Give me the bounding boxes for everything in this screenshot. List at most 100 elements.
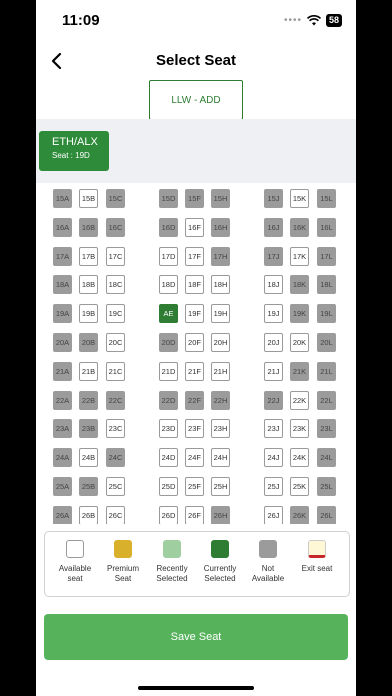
seat-25j[interactable]: 25J xyxy=(264,477,283,496)
seat-20a[interactable]: 20A xyxy=(53,333,72,352)
seat-19f[interactable]: 19F xyxy=(185,304,204,324)
seat-23h[interactable]: 23H xyxy=(211,419,230,439)
seat-26l[interactable]: 26L xyxy=(317,505,336,524)
seat-ae[interactable]: AE xyxy=(159,304,178,324)
seat-22a[interactable]: 22A xyxy=(53,390,72,410)
seat-24f[interactable]: 24F xyxy=(185,448,204,468)
seat-20b[interactable]: 20B xyxy=(79,333,98,352)
seat-24h[interactable]: 24H xyxy=(211,448,230,468)
seat-18k[interactable]: 18K xyxy=(290,275,309,295)
seat-19k[interactable]: 19K xyxy=(290,304,309,324)
seat-23j[interactable]: 23J xyxy=(264,419,283,439)
seat-20c[interactable]: 20C xyxy=(106,333,125,352)
seat-24c[interactable]: 24C xyxy=(106,448,125,468)
seat-18d[interactable]: 18D xyxy=(159,275,178,295)
seat-16a[interactable]: 16A xyxy=(53,217,72,237)
seat-20d[interactable]: 20D xyxy=(159,333,178,352)
seat-23a[interactable]: 23A xyxy=(53,419,72,439)
seat-18f[interactable]: 18F xyxy=(185,275,204,295)
seat-16d[interactable]: 16D xyxy=(159,217,178,237)
seat-18a[interactable]: 18A xyxy=(53,275,72,295)
seat-21d[interactable]: 21D xyxy=(159,361,178,381)
seat-18l[interactable]: 18L xyxy=(317,275,336,295)
seat-17b[interactable]: 17B xyxy=(79,246,98,266)
seat-22c[interactable]: 22C xyxy=(106,390,125,410)
seat-24k[interactable]: 24K xyxy=(290,448,309,468)
seat-26a[interactable]: 26A xyxy=(53,505,72,524)
seat-25h[interactable]: 25H xyxy=(211,477,230,496)
seat-17h[interactable]: 17H xyxy=(211,246,230,266)
seat-18b[interactable]: 18B xyxy=(79,275,98,295)
seat-24a[interactable]: 24A xyxy=(53,448,72,468)
seat-22h[interactable]: 22H xyxy=(211,390,230,410)
seat-17j[interactable]: 17J xyxy=(264,246,283,266)
seat-22k[interactable]: 22K xyxy=(290,390,309,410)
seat-17a[interactable]: 17A xyxy=(53,246,72,266)
seat-16c[interactable]: 16C xyxy=(106,217,125,237)
seat-15c[interactable]: 15C xyxy=(106,189,125,208)
seat-19l[interactable]: 19L xyxy=(317,304,336,324)
seat-22d[interactable]: 22D xyxy=(159,390,178,410)
seat-19h[interactable]: 19H xyxy=(211,304,230,324)
seat-18h[interactable]: 18H xyxy=(211,275,230,295)
seat-24j[interactable]: 24J xyxy=(264,448,283,468)
seat-19b[interactable]: 19B xyxy=(79,304,98,324)
seat-21j[interactable]: 21J xyxy=(264,361,283,381)
seat-16f[interactable]: 16F xyxy=(185,217,204,237)
seat-15a[interactable]: 15A xyxy=(53,189,72,208)
seat-15d[interactable]: 15D xyxy=(159,189,178,208)
seat-18j[interactable]: 18J xyxy=(264,275,283,295)
seat-21h[interactable]: 21H xyxy=(211,361,230,381)
seat-15b[interactable]: 15B xyxy=(79,189,98,208)
seat-15h[interactable]: 15H xyxy=(211,189,230,208)
seat-20j[interactable]: 20J xyxy=(264,333,283,352)
seat-20l[interactable]: 20L xyxy=(317,333,336,352)
seat-26j[interactable]: 26J xyxy=(264,505,283,524)
seat-24d[interactable]: 24D xyxy=(159,448,178,468)
seat-17d[interactable]: 17D xyxy=(159,246,178,266)
seat-22b[interactable]: 22B xyxy=(79,390,98,410)
seat-16k[interactable]: 16K xyxy=(290,217,309,237)
save-seat-button[interactable]: Save Seat xyxy=(44,614,348,660)
seat-25f[interactable]: 25F xyxy=(185,477,204,496)
seat-25k[interactable]: 25K xyxy=(290,477,309,496)
seat-15f[interactable]: 15F xyxy=(185,189,204,208)
seat-24l[interactable]: 24L xyxy=(317,448,336,468)
seat-15k[interactable]: 15K xyxy=(290,189,309,208)
seat-26h[interactable]: 26H xyxy=(211,505,230,524)
seat-16j[interactable]: 16J xyxy=(264,217,283,237)
seat-22j[interactable]: 22J xyxy=(264,390,283,410)
tab-flight-leg[interactable]: LLW - ADD xyxy=(149,80,243,120)
seat-18c[interactable]: 18C xyxy=(106,275,125,295)
seat-25a[interactable]: 25A xyxy=(53,477,72,496)
seat-17c[interactable]: 17C xyxy=(106,246,125,266)
seat-23d[interactable]: 23D xyxy=(159,419,178,439)
seat-17f[interactable]: 17F xyxy=(185,246,204,266)
seat-23l[interactable]: 23L xyxy=(317,419,336,439)
seat-21c[interactable]: 21C xyxy=(106,361,125,381)
seat-21f[interactable]: 21F xyxy=(185,361,204,381)
seat-21a[interactable]: 21A xyxy=(53,361,72,381)
seat-25l[interactable]: 25L xyxy=(317,477,336,496)
seat-22f[interactable]: 22F xyxy=(185,390,204,410)
seat-16l[interactable]: 16L xyxy=(317,217,336,237)
seat-15j[interactable]: 15J xyxy=(264,189,283,208)
seat-22l[interactable]: 22L xyxy=(317,390,336,410)
seat-21l[interactable]: 21L xyxy=(317,361,336,381)
seat-26b[interactable]: 26B xyxy=(79,505,98,524)
seat-19a[interactable]: 19A xyxy=(53,304,72,324)
seat-23f[interactable]: 23F xyxy=(185,419,204,439)
seat-21b[interactable]: 21B xyxy=(79,361,98,381)
seat-17k[interactable]: 17K xyxy=(290,246,309,266)
seat-map[interactable]: 15A 15B 15C 15D 15F 15H 15J 15K 15L 16A 16B 16C 16D 1… xyxy=(36,183,356,524)
seat-23c[interactable]: 23C xyxy=(106,419,125,439)
seat-19c[interactable]: 19C xyxy=(106,304,125,324)
seat-26c[interactable]: 26C xyxy=(106,505,125,524)
seat-20h[interactable]: 20H xyxy=(211,333,230,352)
seat-20k[interactable]: 20K xyxy=(290,333,309,352)
seat-26f[interactable]: 26F xyxy=(185,505,204,524)
seat-17l[interactable]: 17L xyxy=(317,246,336,266)
seat-26k[interactable]: 26K xyxy=(290,505,309,524)
seat-16b[interactable]: 16B xyxy=(79,217,98,237)
seat-23k[interactable]: 23K xyxy=(290,419,309,439)
